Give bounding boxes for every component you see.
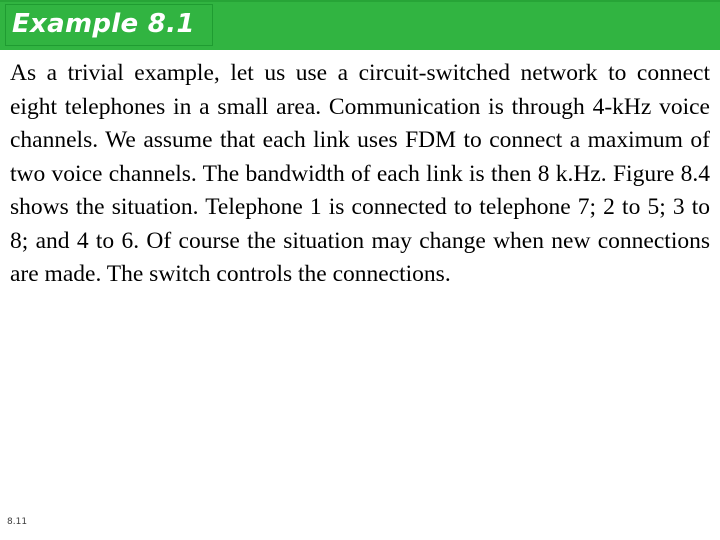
page-title: Example 8.1 (12, 9, 195, 39)
slide-header-band: Example 8.1 (0, 0, 720, 50)
slide-footer-number: 8.11 (7, 517, 28, 527)
slide-canvas: Example 8.1 As a trivial example, let us… (0, 0, 720, 540)
body-paragraph: As a trivial example, let us use a circu… (10, 60, 710, 287)
slide-body-area: As a trivial example, let us use a circu… (10, 57, 710, 292)
